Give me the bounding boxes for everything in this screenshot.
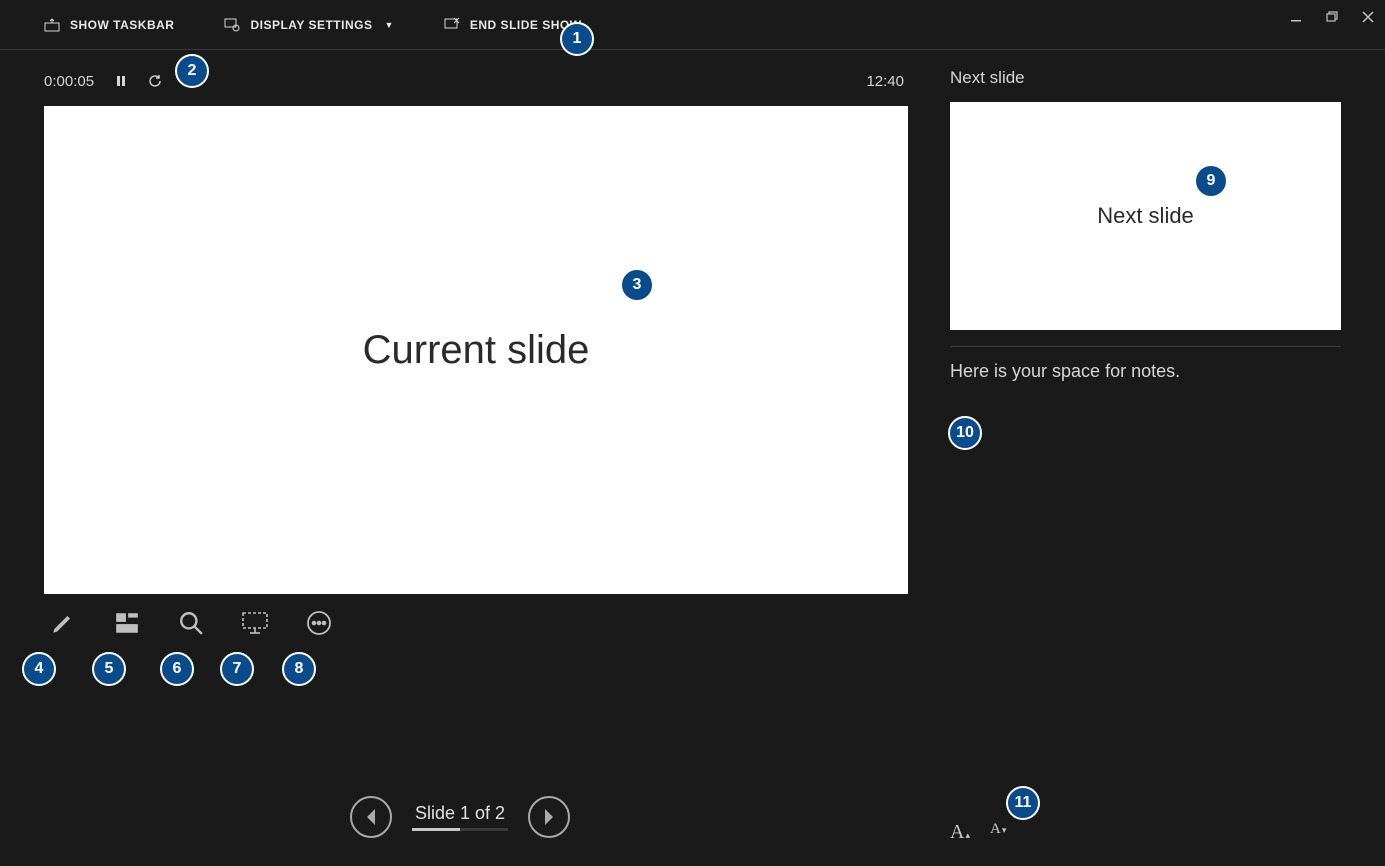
increase-font-button[interactable]: A▴ [950, 822, 970, 842]
annotation-badge-7: 7 [220, 652, 254, 686]
display-settings-icon [224, 17, 240, 33]
minimize-button[interactable] [1289, 10, 1303, 24]
taskbar-icon [44, 17, 60, 33]
main-area: 0:00:05 12:40 Current slide [0, 50, 1385, 866]
current-slide-preview[interactable]: Current slide [44, 106, 908, 594]
annotation-badge-6: 6 [160, 652, 194, 686]
presenter-right-pane: Next slide Next slide Here is your space… [920, 50, 1385, 866]
next-slide-header: Next slide [950, 68, 1341, 88]
more-options-button[interactable] [304, 608, 334, 638]
end-slideshow-icon [444, 17, 460, 33]
annotation-badge-8: 8 [282, 652, 316, 686]
annotation-badge-4: 4 [22, 652, 56, 686]
current-time: 12:40 [866, 73, 904, 90]
previous-slide-button[interactable] [350, 796, 392, 838]
notes-font-controls: A▴ A▾ [950, 822, 1006, 842]
annotation-badge-5: 5 [92, 652, 126, 686]
annotation-badge-10: 10 [948, 416, 982, 450]
next-slide-preview[interactable]: Next slide [950, 102, 1341, 330]
see-all-slides-button[interactable] [112, 608, 142, 638]
pause-button[interactable] [112, 72, 130, 90]
current-slide-text: Current slide [363, 328, 590, 373]
annotation-badge-3: 3 [620, 268, 654, 302]
top-toolbar: SHOW TASKBAR DISPLAY SETTINGS ▼ END SLID… [0, 0, 1385, 50]
annotation-badge-2: 2 [175, 54, 209, 88]
close-button[interactable] [1361, 10, 1375, 24]
annotation-badge-11: 11 [1006, 786, 1040, 820]
slide-counter: Slide 1 of 2 [412, 803, 508, 824]
maximize-button[interactable] [1325, 10, 1339, 24]
slide-navigation: Slide 1 of 2 [350, 796, 570, 838]
next-slide-text: Next slide [1097, 203, 1194, 229]
notes-placeholder-text: Here is your space for notes. [950, 361, 1180, 381]
decrease-font-button[interactable]: A▾ [990, 822, 1006, 842]
presenter-tools [44, 594, 920, 638]
annotation-badge-9: 9 [1194, 164, 1228, 198]
speaker-notes[interactable]: Here is your space for notes. A▴ A▾ [950, 361, 1341, 866]
black-screen-button[interactable] [240, 608, 270, 638]
end-slideshow-button[interactable]: END SLIDE SHOW [444, 17, 582, 33]
notes-divider [950, 346, 1341, 347]
restart-button[interactable] [146, 72, 164, 90]
show-taskbar-label: SHOW TASKBAR [70, 18, 174, 32]
display-settings-label: DISPLAY SETTINGS [250, 18, 372, 32]
show-taskbar-button[interactable]: SHOW TASKBAR [44, 17, 174, 33]
display-settings-button[interactable]: DISPLAY SETTINGS ▼ [224, 17, 393, 33]
elapsed-time: 0:00:05 [44, 73, 94, 90]
chevron-down-icon: ▼ [384, 20, 393, 30]
window-controls [1289, 10, 1375, 24]
annotation-badge-1: 1 [560, 22, 594, 56]
pen-tool-button[interactable] [48, 608, 78, 638]
presenter-left-pane: 0:00:05 12:40 Current slide [0, 50, 920, 866]
zoom-button[interactable] [176, 608, 206, 638]
slide-progress-bar [412, 828, 508, 831]
slide-counter-wrap: Slide 1 of 2 [412, 803, 508, 831]
next-slide-button[interactable] [528, 796, 570, 838]
